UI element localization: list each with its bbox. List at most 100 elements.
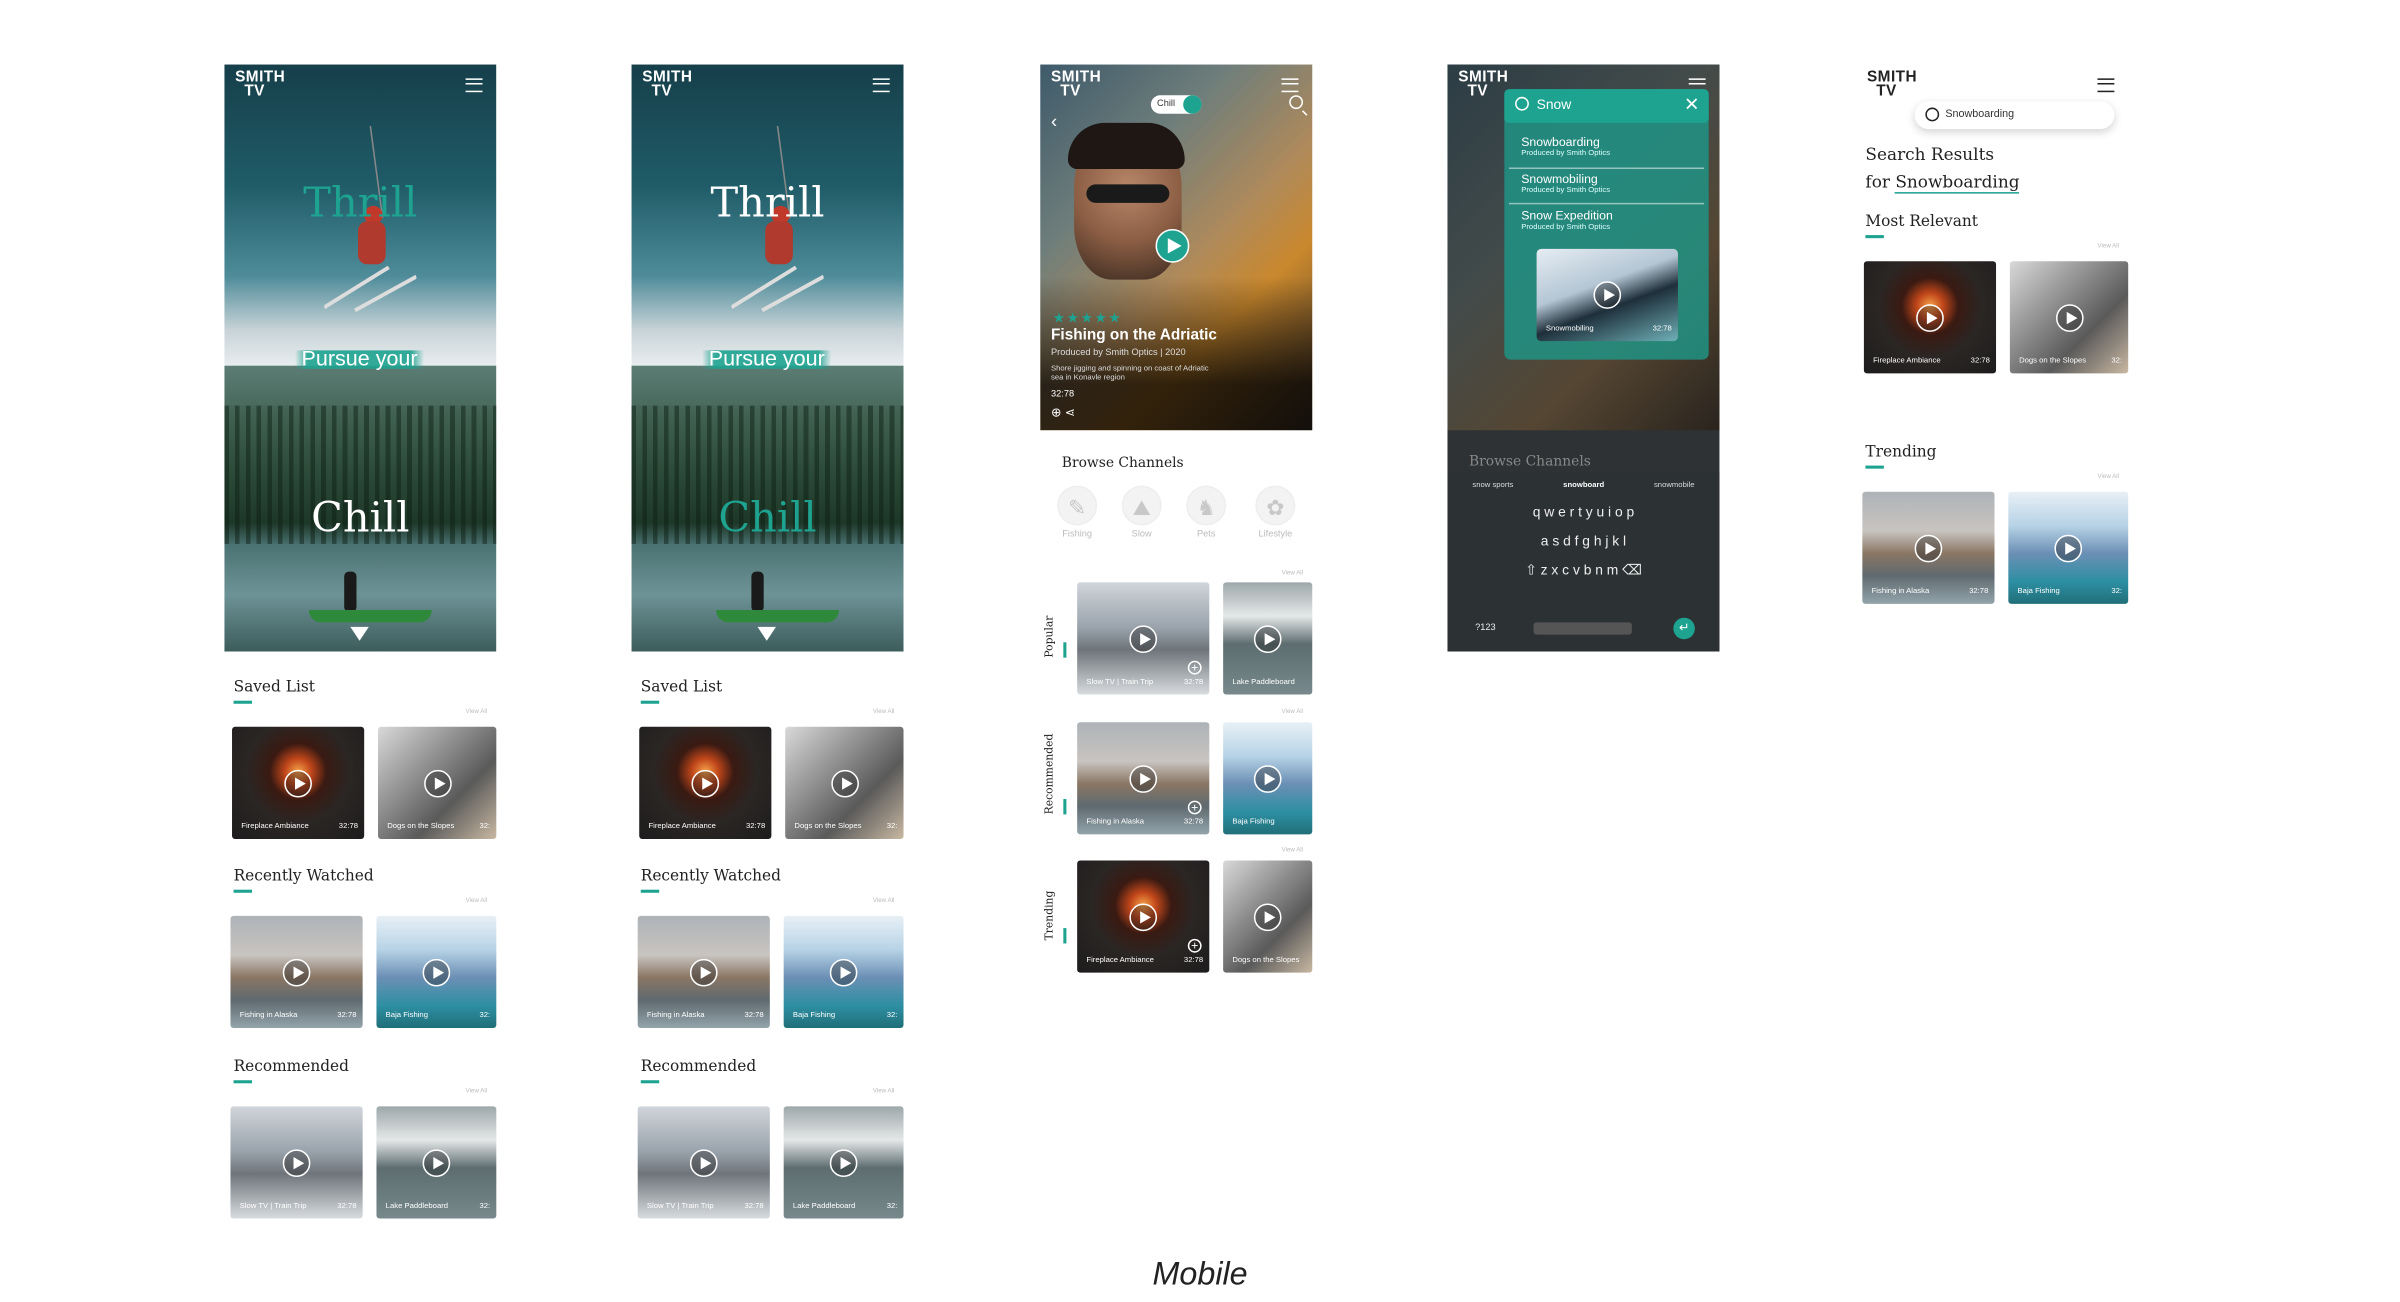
video-card[interactable]: Fireplace Ambiance 32:78 (639, 726, 772, 839)
play-icon[interactable] (830, 769, 859, 797)
play-icon[interactable] (1914, 533, 1943, 562)
play-icon[interactable] (1253, 902, 1282, 931)
play-icon[interactable] (282, 1148, 311, 1177)
keyboard[interactable]: snow sports snowboard snowmobile q w e r t… (1447, 471, 1720, 652)
play-icon[interactable] (422, 958, 451, 986)
view-all-link[interactable]: View All (1282, 707, 1303, 715)
numbers-key[interactable]: ?123 (1475, 624, 1496, 633)
view-all-link[interactable]: View All (2098, 241, 2119, 249)
video-card[interactable]: Baja Fishing (1223, 722, 1313, 835)
video-card[interactable]: Fishing in Alaska 32:78 (230, 915, 363, 1028)
video-card[interactable]: Fishing in Alaska 32:78 (1862, 491, 1995, 604)
play-icon[interactable] (829, 1148, 858, 1177)
view-all-link[interactable]: View All (873, 707, 894, 715)
video-card[interactable]: Lake Paddleboard 32: (783, 1106, 904, 1219)
play-icon[interactable] (1253, 764, 1282, 793)
channel-fishing[interactable]: ✎ Fishing (1051, 485, 1103, 539)
chill-toggle[interactable]: Chill (1150, 95, 1202, 114)
space-key[interactable] (1533, 622, 1632, 635)
menu-icon[interactable] (2097, 78, 2115, 93)
brand-logo[interactable]: SMITH TV (642, 70, 692, 99)
video-card[interactable]: Slow TV | Train Trip 32:78 (230, 1106, 363, 1219)
play-icon[interactable] (691, 769, 720, 797)
video-card[interactable]: + Fireplace Ambiance 32:78 (1077, 860, 1210, 973)
video-card[interactable]: Baja Fishing 32: (783, 915, 904, 1028)
channel-lifestyle[interactable]: ✿ Lifestyle (1249, 485, 1301, 539)
play-icon[interactable] (284, 769, 312, 797)
channel-slow[interactable]: ⛰ Slow (1116, 485, 1168, 539)
video-card[interactable]: Dogs on the Slopes 32: (785, 726, 904, 839)
video-card[interactable]: Fireplace Ambiance 32:78 (232, 726, 365, 839)
back-icon[interactable]: ‹ (1051, 111, 1057, 133)
close-icon[interactable]: ✕ (1684, 94, 1699, 116)
play-icon[interactable] (2054, 533, 2083, 562)
view-all-link[interactable]: View All (873, 896, 894, 904)
suggestion-item[interactable]: Snowboarding Produced by Smith Optics (1521, 135, 1610, 158)
video-card[interactable]: Baja Fishing 32: (376, 915, 497, 1028)
menu-icon[interactable] (1281, 78, 1299, 93)
keyboard-row[interactable]: a s d f g h j k l (1447, 533, 1719, 548)
menu-icon[interactable] (465, 78, 483, 93)
video-duration: 32: (479, 822, 491, 832)
suggest-word[interactable]: snowboard (1563, 481, 1604, 490)
play-icon[interactable] (689, 1148, 718, 1177)
add-icon[interactable]: + (1187, 800, 1202, 815)
play-icon[interactable] (1129, 624, 1158, 653)
view-all-link[interactable]: View All (2098, 472, 2119, 480)
suggestion-item[interactable]: Snowmobiling Produced by Smith Optics (1521, 172, 1610, 195)
view-all-link[interactable]: View All (466, 707, 487, 715)
play-icon[interactable] (423, 769, 451, 797)
play-icon[interactable] (1129, 902, 1158, 931)
suggestion-item[interactable]: Snow Expedition Produced by Smith Optics (1521, 209, 1613, 232)
brand-logo[interactable]: SMITH TV (1867, 70, 1917, 99)
featured-video[interactable]: SMITH TV ‹ Chill ★★★★★ Fishing on the Adr… (1040, 64, 1313, 431)
view-all-link[interactable]: View All (1282, 569, 1303, 577)
keyboard-row[interactable]: q w e r t y u i o p (1447, 504, 1719, 519)
keyboard-row[interactable]: ⇧ z x c v b n m ⌫ (1447, 562, 1719, 579)
add-icon[interactable]: + (1187, 660, 1202, 675)
video-card[interactable]: Baja Fishing 32: (2008, 491, 2129, 604)
section-underline (1865, 465, 1884, 469)
video-card[interactable]: Snowmobiling 32:78 (1536, 248, 1678, 342)
video-card[interactable]: Lake Paddleboard (1223, 582, 1313, 695)
menu-icon[interactable] (872, 78, 890, 93)
video-card[interactable]: Dogs on the Slopes 32: (378, 726, 497, 839)
search-input[interactable]: Snow ✕ (1504, 89, 1709, 123)
enter-icon[interactable]: ↵ (1673, 617, 1695, 640)
video-card[interactable]: + Slow TV | Train Trip 32:78 (1077, 582, 1210, 695)
video-card[interactable]: Lake Paddleboard 32: (376, 1106, 497, 1219)
play-icon[interactable] (829, 958, 858, 986)
play-icon[interactable] (689, 958, 718, 986)
suggest-word[interactable]: snowmobile (1654, 481, 1695, 490)
play-icon[interactable] (422, 1148, 451, 1177)
scroll-down-icon[interactable] (757, 626, 776, 641)
video-card[interactable]: + Fishing in Alaska 32:78 (1077, 722, 1210, 835)
share-icon[interactable]: ⋖ (1065, 406, 1075, 420)
video-card[interactable]: Dogs on the Slopes (1223, 860, 1313, 973)
play-icon[interactable] (1593, 281, 1622, 309)
video-card[interactable]: Slow TV | Train Trip 32:78 (637, 1106, 770, 1219)
add-icon[interactable]: + (1187, 938, 1202, 953)
video-card[interactable]: Fireplace Ambiance 32:78 (1863, 261, 1997, 374)
play-icon[interactable] (282, 958, 311, 986)
channel-pets[interactable]: ♞ Pets (1180, 485, 1232, 539)
search-icon[interactable] (1289, 95, 1304, 110)
play-icon[interactable] (2055, 303, 2083, 332)
view-all-link[interactable]: View All (466, 1086, 487, 1094)
play-icon[interactable] (1253, 624, 1282, 653)
add-icon[interactable]: ⊕ (1051, 406, 1061, 420)
view-all-link[interactable]: View All (1282, 845, 1303, 853)
suggest-word[interactable]: snow sports (1472, 481, 1513, 490)
brand-logo[interactable]: SMITH TV (1051, 70, 1101, 99)
search-input[interactable]: Snowboarding (1914, 101, 2115, 130)
scroll-down-icon[interactable] (350, 626, 369, 641)
play-icon[interactable] (1129, 764, 1158, 793)
view-all-link[interactable]: View All (466, 896, 487, 904)
brand-logo[interactable]: SMITH TV (235, 70, 285, 99)
video-card[interactable]: Dogs on the Slopes 32: (2009, 261, 2129, 374)
play-icon[interactable] (1916, 303, 1944, 332)
view-all-link[interactable]: View All (873, 1086, 894, 1094)
brand-logo[interactable]: SMITH TV (1458, 70, 1508, 99)
video-card[interactable]: Fishing in Alaska 32:78 (637, 915, 770, 1028)
play-icon[interactable] (1155, 228, 1190, 263)
